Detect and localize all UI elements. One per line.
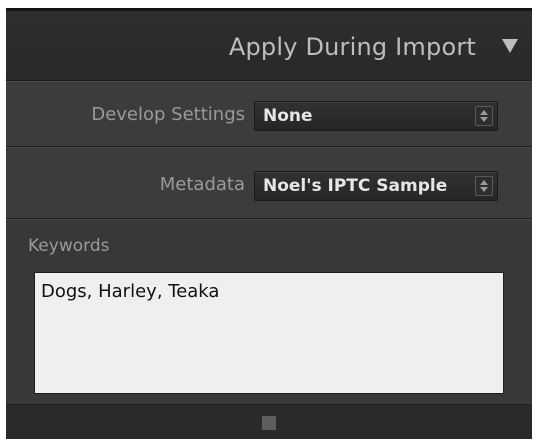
up-down-arrows-icon [475,106,493,126]
panel-header[interactable]: Apply During Import [6,11,532,81]
up-down-arrows-icon [475,176,493,196]
keywords-label: Keywords [28,236,110,256]
triangle-down-icon[interactable] [502,39,518,53]
resize-grip-icon[interactable] [262,416,276,430]
develop-settings-value: None [263,106,313,126]
panel-title: Apply During Import [228,33,476,61]
metadata-popup[interactable]: Noel's IPTC Sample [254,171,498,201]
arrow-up-icon [480,110,488,115]
develop-settings-label: Develop Settings [91,104,245,125]
keywords-section: Keywords Dogs, Harley, Teaka [6,219,532,405]
develop-settings-row: Develop Settings None [6,81,532,147]
apply-during-import-panel: Apply During Import Develop Settings Non… [6,8,532,439]
metadata-row: Metadata Noel's IPTC Sample [6,147,532,219]
keywords-field[interactable]: Dogs, Harley, Teaka [34,272,504,394]
arrow-up-icon [480,180,488,185]
metadata-label: Metadata [159,174,245,195]
arrow-down-icon [480,187,488,192]
develop-settings-popup[interactable]: None [254,101,498,131]
arrow-down-icon [480,117,488,122]
metadata-value: Noel's IPTC Sample [263,176,448,196]
panel-footer [6,405,532,439]
